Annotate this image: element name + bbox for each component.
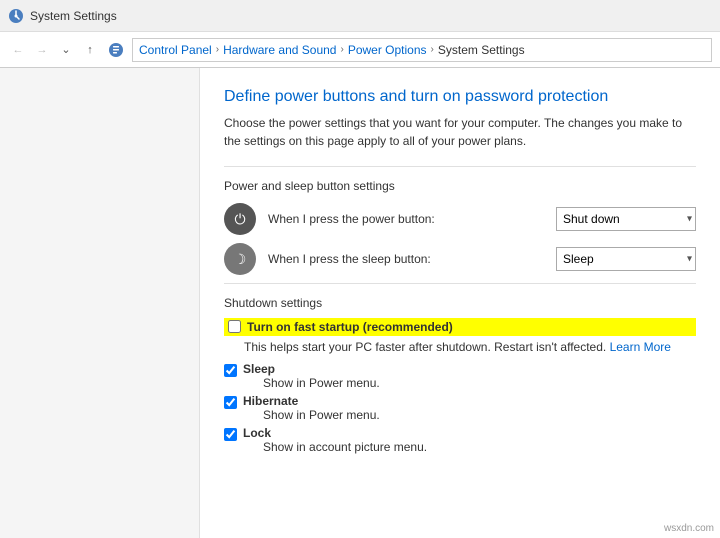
app-icon [8, 8, 24, 24]
main-content: Define power buttons and turn on passwor… [0, 68, 720, 538]
sleep-checkbox[interactable] [224, 364, 237, 377]
hibernate-checkbox-label[interactable]: Hibernate [243, 394, 298, 408]
page-title: Define power buttons and turn on passwor… [224, 88, 696, 106]
sleep-symbol: ☽ [234, 251, 247, 268]
lock-checkbox-row: Lock Show in account picture menu. [224, 426, 696, 454]
power-button-row: ⏻ When I press the power button: Shut do… [224, 203, 696, 235]
breadcrumb-power-options[interactable]: Power Options [348, 43, 427, 57]
sleep-dropdown[interactable]: Sleep Do nothing Hibernate Shut down [556, 247, 696, 271]
forward-button[interactable]: → [32, 40, 52, 60]
power-button-label: When I press the power button: [268, 212, 544, 226]
power-dropdown-wrapper: Shut down Sleep Hibernate Do nothing Tur… [556, 207, 696, 231]
fast-startup-description: This helps start your PC faster after sh… [244, 340, 696, 354]
divider-2 [224, 283, 696, 284]
sleep-icon: ☽ [224, 243, 256, 275]
breadcrumb: Control Panel › Hardware and Sound › Pow… [132, 38, 712, 62]
lock-checkbox[interactable] [224, 428, 237, 441]
title-bar-text: System Settings [30, 9, 117, 23]
shutdown-section: Shutdown settings Turn on fast startup (… [224, 296, 696, 454]
breadcrumb-icon [108, 42, 124, 58]
sidebar [0, 68, 200, 538]
sleep-checkbox-content: Sleep Show in Power menu. [243, 362, 696, 390]
power-section-label: Power and sleep button settings [224, 179, 696, 193]
sleep-button-label: When I press the sleep button: [268, 252, 544, 266]
breadcrumb-system-settings: System Settings [438, 43, 525, 57]
lock-checkbox-sublabel: Show in account picture menu. [263, 440, 696, 454]
content-area: Define power buttons and turn on passwor… [200, 68, 720, 538]
breadcrumb-control-panel[interactable]: Control Panel [139, 43, 212, 57]
hibernate-checkbox[interactable] [224, 396, 237, 409]
watermark: wsxdn.com [664, 523, 714, 534]
hibernate-checkbox-content: Hibernate Show in Power menu. [243, 394, 696, 422]
shutdown-section-label: Shutdown settings [224, 296, 696, 310]
fast-startup-checkbox[interactable] [228, 320, 241, 333]
sleep-checkbox-row: Sleep Show in Power menu. [224, 362, 696, 390]
breadcrumb-sep-3: › [431, 44, 434, 55]
sleep-button-row: ☽ When I press the sleep button: Sleep D… [224, 243, 696, 275]
sleep-checkbox-label[interactable]: Sleep [243, 362, 275, 376]
back-button[interactable]: ← [8, 40, 28, 60]
learn-more-link[interactable]: Learn More [610, 340, 671, 354]
up-button[interactable]: ↑ [80, 40, 100, 60]
dropdown-button[interactable]: ⌄ [56, 40, 76, 60]
lock-checkbox-content: Lock Show in account picture menu. [243, 426, 696, 454]
breadcrumb-hardware-sound[interactable]: Hardware and Sound [223, 43, 336, 57]
address-bar: ← → ⌄ ↑ Control Panel › Hardware and Sou… [0, 32, 720, 68]
fast-startup-row: Turn on fast startup (recommended) [224, 318, 696, 336]
page-description: Choose the power settings that you want … [224, 114, 696, 150]
power-symbol: ⏻ [234, 211, 245, 228]
fast-startup-label[interactable]: Turn on fast startup (recommended) [247, 320, 453, 334]
sleep-dropdown-wrapper: Sleep Do nothing Hibernate Shut down ▾ [556, 247, 696, 271]
title-bar: System Settings [0, 0, 720, 32]
power-icon: ⏻ [224, 203, 256, 235]
breadcrumb-sep-1: › [216, 44, 219, 55]
breadcrumb-sep-2: › [340, 44, 343, 55]
power-dropdown[interactable]: Shut down Sleep Hibernate Do nothing Tur… [556, 207, 696, 231]
hibernate-checkbox-sublabel: Show in Power menu. [263, 408, 696, 422]
lock-checkbox-label[interactable]: Lock [243, 426, 271, 440]
sleep-checkbox-sublabel: Show in Power menu. [263, 376, 696, 390]
hibernate-checkbox-row: Hibernate Show in Power menu. [224, 394, 696, 422]
divider-1 [224, 166, 696, 167]
